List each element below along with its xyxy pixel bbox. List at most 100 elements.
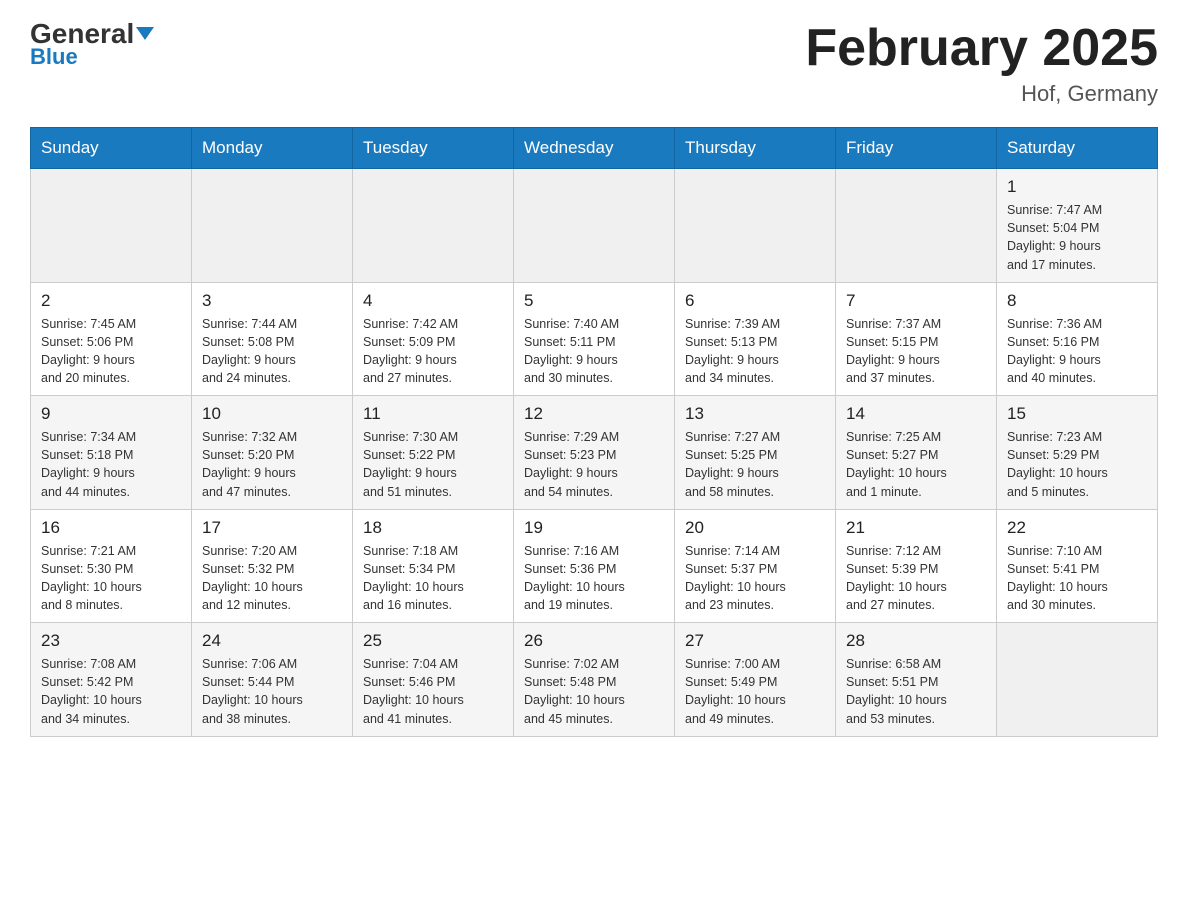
day-number: 20 (685, 518, 825, 538)
day-info: Sunrise: 7:27 AM Sunset: 5:25 PM Dayligh… (685, 428, 825, 501)
day-info: Sunrise: 7:20 AM Sunset: 5:32 PM Dayligh… (202, 542, 342, 615)
table-row: 11Sunrise: 7:30 AM Sunset: 5:22 PM Dayli… (353, 396, 514, 510)
calendar-week-row: 23 Sunrise: 7:08 AM Sunset: 5:42 PM Dayli… (31, 623, 1158, 737)
table-row: 7 Sunrise: 7:37 AM Sunset: 5:15 PM Daylig… (836, 282, 997, 396)
table-row (836, 169, 997, 283)
table-row: 13 Sunrise: 7:27 AM Sunset: 5:25 PM Dayli… (675, 396, 836, 510)
weekday-header-row: Sunday Monday Tuesday Wednesday Thursday… (31, 128, 1158, 169)
table-row: 18 Sunrise: 7:18 AM Sunset: 5:34 PM Dayli… (353, 509, 514, 623)
page-header: General Blue February 2025 Hof, Germany (30, 20, 1158, 107)
table-row (514, 169, 675, 283)
day-number: 4 (363, 291, 503, 311)
day-info: Sunrise: 7:44 AM Sunset: 5:08 PM Dayligh… (202, 315, 342, 388)
day-info: Sunrise: 7:42 AM Sunset: 5:09 PM Dayligh… (363, 315, 503, 388)
table-row: 1 Sunrise: 7:47 AM Sunset: 5:04 PM Daylig… (997, 169, 1158, 283)
logo-blue: Blue (30, 44, 78, 70)
table-row (353, 169, 514, 283)
day-number: 13 (685, 404, 825, 424)
location: Hof, Germany (805, 81, 1158, 107)
day-number: 14 (846, 404, 986, 424)
day-number: 22 (1007, 518, 1147, 538)
day-number: 10 (202, 404, 342, 424)
day-info: Sunrise: 7:06 AM Sunset: 5:44 PM Dayligh… (202, 655, 342, 728)
table-row: 6 Sunrise: 7:39 AM Sunset: 5:13 PM Daylig… (675, 282, 836, 396)
day-number: 11 (363, 404, 503, 424)
table-row: 14 Sunrise: 7:25 AM Sunset: 5:27 PM Dayli… (836, 396, 997, 510)
day-info: Sunrise: 7:12 AM Sunset: 5:39 PM Dayligh… (846, 542, 986, 615)
day-info: Sunrise: 7:29 AM Sunset: 5:23 PM Dayligh… (524, 428, 664, 501)
day-number: 2 (41, 291, 181, 311)
day-info: Sunrise: 7:39 AM Sunset: 5:13 PM Dayligh… (685, 315, 825, 388)
day-number: 6 (685, 291, 825, 311)
day-number: 17 (202, 518, 342, 538)
table-row: 22 Sunrise: 7:10 AM Sunset: 5:41 PM Dayli… (997, 509, 1158, 623)
col-tuesday: Tuesday (353, 128, 514, 169)
day-number: 7 (846, 291, 986, 311)
day-number: 26 (524, 631, 664, 651)
title-area: February 2025 Hof, Germany (805, 20, 1158, 107)
col-thursday: Thursday (675, 128, 836, 169)
day-info: Sunrise: 7:36 AM Sunset: 5:16 PM Dayligh… (1007, 315, 1147, 388)
day-number: 24 (202, 631, 342, 651)
table-row: 20Sunrise: 7:14 AM Sunset: 5:37 PM Dayli… (675, 509, 836, 623)
col-saturday: Saturday (997, 128, 1158, 169)
table-row: 4 Sunrise: 7:42 AM Sunset: 5:09 PM Daylig… (353, 282, 514, 396)
day-info: Sunrise: 7:34 AM Sunset: 5:18 PM Dayligh… (41, 428, 181, 501)
table-row (192, 169, 353, 283)
day-number: 28 (846, 631, 986, 651)
day-number: 25 (363, 631, 503, 651)
calendar-week-row: 2 Sunrise: 7:45 AM Sunset: 5:06 PM Daylig… (31, 282, 1158, 396)
day-number: 5 (524, 291, 664, 311)
table-row: 28 Sunrise: 6:58 AM Sunset: 5:51 PM Dayli… (836, 623, 997, 737)
table-row: 26 Sunrise: 7:02 AM Sunset: 5:48 PM Dayli… (514, 623, 675, 737)
table-row (675, 169, 836, 283)
day-number: 8 (1007, 291, 1147, 311)
day-number: 1 (1007, 177, 1147, 197)
day-info: Sunrise: 6:58 AM Sunset: 5:51 PM Dayligh… (846, 655, 986, 728)
calendar-table: Sunday Monday Tuesday Wednesday Thursday… (30, 127, 1158, 737)
table-row: 5 Sunrise: 7:40 AM Sunset: 5:11 PM Daylig… (514, 282, 675, 396)
day-info: Sunrise: 7:25 AM Sunset: 5:27 PM Dayligh… (846, 428, 986, 501)
day-info: Sunrise: 7:16 AM Sunset: 5:36 PM Dayligh… (524, 542, 664, 615)
col-wednesday: Wednesday (514, 128, 675, 169)
day-info: Sunrise: 7:45 AM Sunset: 5:06 PM Dayligh… (41, 315, 181, 388)
table-row (31, 169, 192, 283)
table-row: 2 Sunrise: 7:45 AM Sunset: 5:06 PM Daylig… (31, 282, 192, 396)
col-sunday: Sunday (31, 128, 192, 169)
day-info: Sunrise: 7:21 AM Sunset: 5:30 PM Dayligh… (41, 542, 181, 615)
month-title: February 2025 (805, 20, 1158, 77)
day-info: Sunrise: 7:04 AM Sunset: 5:46 PM Dayligh… (363, 655, 503, 728)
table-row: 19 Sunrise: 7:16 AM Sunset: 5:36 PM Dayli… (514, 509, 675, 623)
day-number: 3 (202, 291, 342, 311)
day-info: Sunrise: 7:02 AM Sunset: 5:48 PM Dayligh… (524, 655, 664, 728)
day-info: Sunrise: 7:47 AM Sunset: 5:04 PM Dayligh… (1007, 201, 1147, 274)
table-row: 12 Sunrise: 7:29 AM Sunset: 5:23 PM Dayli… (514, 396, 675, 510)
logo: General Blue (30, 20, 154, 70)
day-info: Sunrise: 7:18 AM Sunset: 5:34 PM Dayligh… (363, 542, 503, 615)
day-number: 18 (363, 518, 503, 538)
day-number: 12 (524, 404, 664, 424)
day-info: Sunrise: 7:08 AM Sunset: 5:42 PM Dayligh… (41, 655, 181, 728)
table-row: 9Sunrise: 7:34 AM Sunset: 5:18 PM Daylig… (31, 396, 192, 510)
day-number: 16 (41, 518, 181, 538)
table-row: 24 Sunrise: 7:06 AM Sunset: 5:44 PM Dayli… (192, 623, 353, 737)
table-row: 25 Sunrise: 7:04 AM Sunset: 5:46 PM Dayli… (353, 623, 514, 737)
logo-triangle-icon (136, 27, 154, 40)
col-friday: Friday (836, 128, 997, 169)
table-row: 27 Sunrise: 7:00 AM Sunset: 5:49 PM Dayli… (675, 623, 836, 737)
day-info: Sunrise: 7:40 AM Sunset: 5:11 PM Dayligh… (524, 315, 664, 388)
day-number: 27 (685, 631, 825, 651)
day-info: Sunrise: 7:37 AM Sunset: 5:15 PM Dayligh… (846, 315, 986, 388)
day-info: Sunrise: 7:00 AM Sunset: 5:49 PM Dayligh… (685, 655, 825, 728)
col-monday: Monday (192, 128, 353, 169)
table-row: 3 Sunrise: 7:44 AM Sunset: 5:08 PM Daylig… (192, 282, 353, 396)
day-number: 23 (41, 631, 181, 651)
table-row: 10Sunrise: 7:32 AM Sunset: 5:20 PM Dayli… (192, 396, 353, 510)
day-number: 19 (524, 518, 664, 538)
table-row: 16 Sunrise: 7:21 AM Sunset: 5:30 PM Dayli… (31, 509, 192, 623)
day-info: Sunrise: 7:10 AM Sunset: 5:41 PM Dayligh… (1007, 542, 1147, 615)
table-row: 8 Sunrise: 7:36 AM Sunset: 5:16 PM Daylig… (997, 282, 1158, 396)
calendar-week-row: 9Sunrise: 7:34 AM Sunset: 5:18 PM Daylig… (31, 396, 1158, 510)
table-row: 23 Sunrise: 7:08 AM Sunset: 5:42 PM Dayli… (31, 623, 192, 737)
table-row: 21Sunrise: 7:12 AM Sunset: 5:39 PM Dayli… (836, 509, 997, 623)
